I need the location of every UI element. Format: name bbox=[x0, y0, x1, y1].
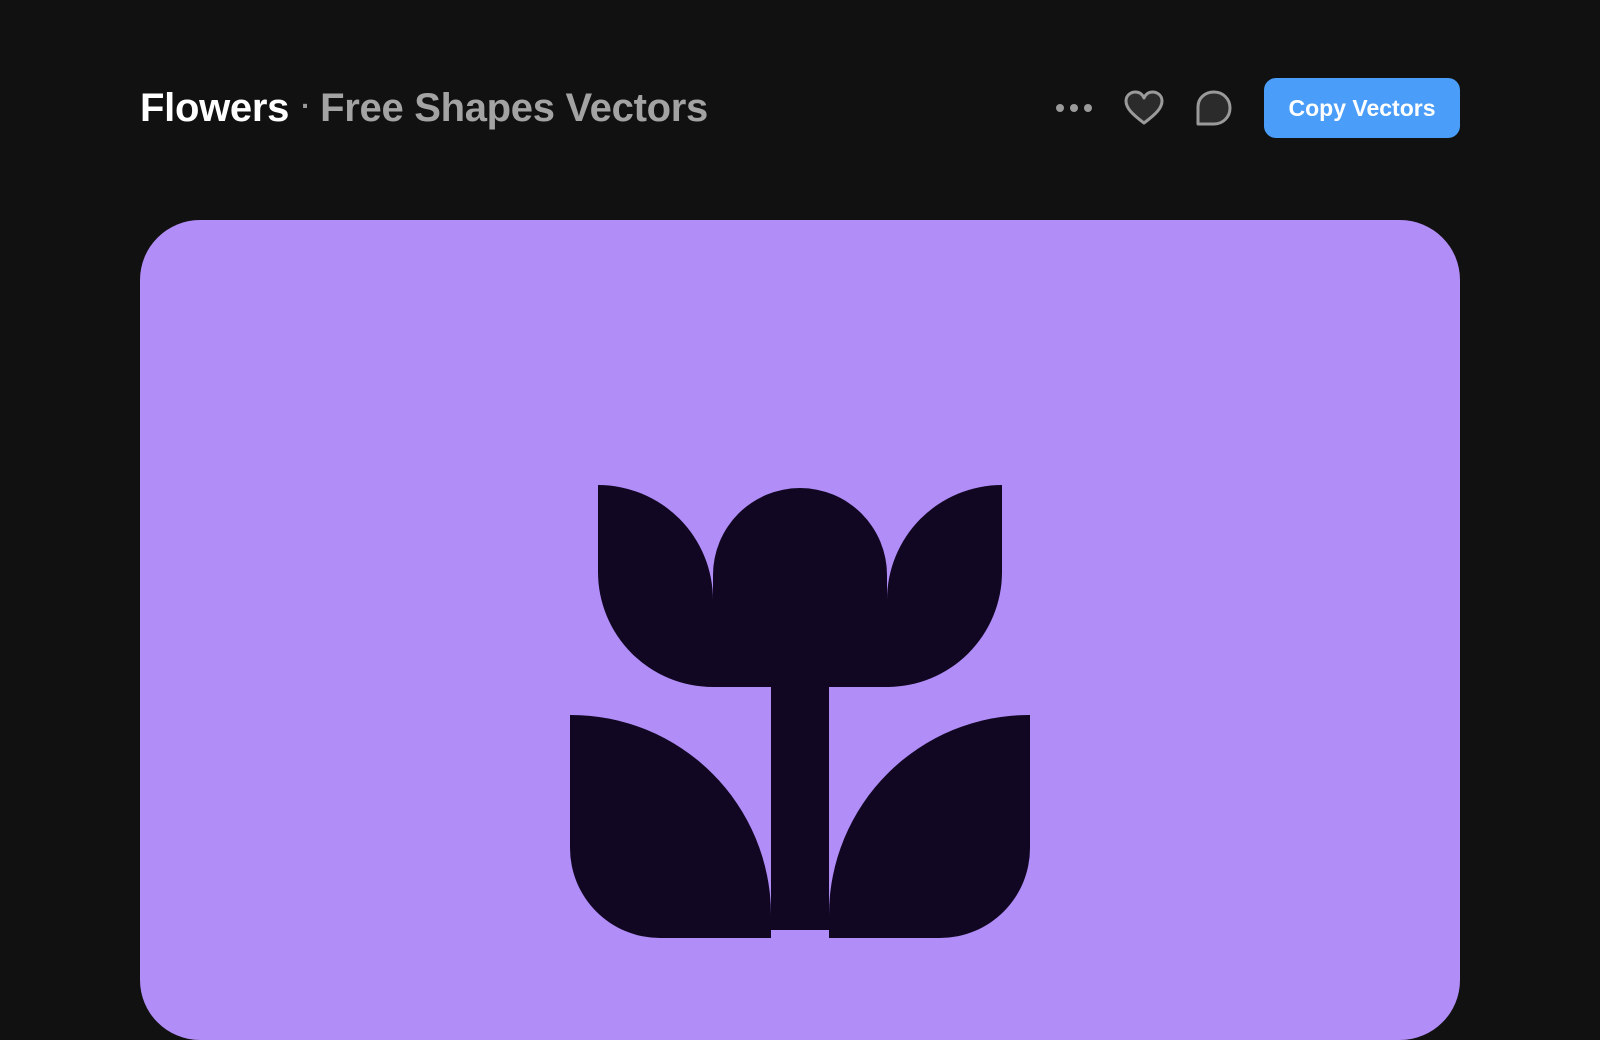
more-dots-icon[interactable] bbox=[1052, 86, 1096, 130]
copy-vectors-button[interactable]: Copy Vectors bbox=[1264, 78, 1460, 138]
page-title: Flowers · Free Shapes Vectors bbox=[140, 86, 708, 131]
title-subtitle: Free Shapes Vectors bbox=[320, 85, 708, 130]
flower-shape-icon bbox=[570, 485, 1030, 938]
vector-preview bbox=[140, 220, 1460, 1040]
header: Flowers · Free Shapes Vectors Copy Vecto… bbox=[140, 78, 1460, 138]
comment-bubble-icon[interactable] bbox=[1192, 86, 1236, 130]
title-main: Flowers bbox=[140, 85, 290, 130]
heart-icon[interactable] bbox=[1122, 86, 1166, 130]
title-separator: · bbox=[301, 90, 311, 121]
header-actions: Copy Vectors bbox=[1026, 78, 1460, 138]
